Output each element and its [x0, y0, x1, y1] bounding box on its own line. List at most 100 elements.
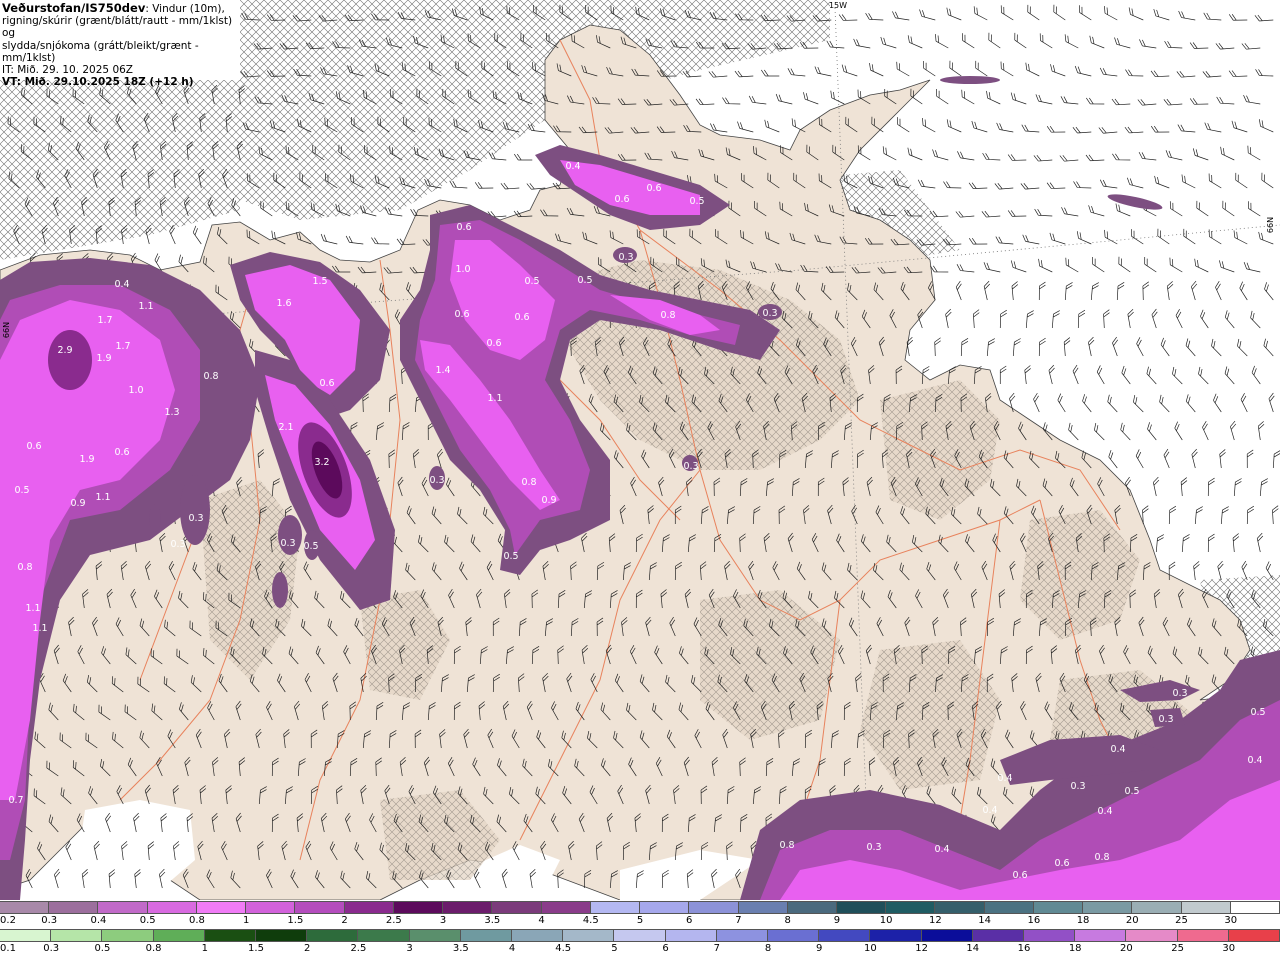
rain-scale-bar	[0, 929, 1280, 942]
scale-swatch	[246, 902, 296, 913]
scale-swatch	[1024, 930, 1076, 941]
scale-swatch	[787, 902, 837, 913]
precip-value-label: 1.1	[32, 623, 47, 634]
rain-colour-scale: 0.1 0.3 0.5 0.8 1 1.5 2 2.5 3 3.5 4 4.5 5 6 7 8 9 10 12 14 1…	[0, 929, 1280, 958]
precip-value-label: 0.4	[1097, 806, 1112, 817]
precip-value-label: 1.6	[276, 298, 291, 309]
scale-swatch	[460, 930, 513, 941]
scale-tick-label: 9	[833, 915, 841, 926]
scale-tick-label: 14	[966, 943, 980, 954]
precip-value-label: 1.0	[128, 385, 143, 396]
scale-swatch	[921, 930, 973, 941]
scale-tick-label: 3.5	[452, 943, 469, 954]
header-line-3: slydda/snjókoma (grátt/bleikt/grænt - mm…	[2, 39, 199, 64]
scale-swatch	[0, 902, 50, 913]
scale-tick-label: 30	[1224, 915, 1238, 926]
scale-tick-label: 12	[929, 915, 942, 926]
scale-swatch	[1132, 902, 1182, 913]
precip-value-label: 1.3	[164, 407, 179, 418]
precip-value-label: 0.5	[303, 541, 318, 552]
precip-value-label: 0.6	[486, 338, 501, 349]
scale-swatch	[640, 902, 690, 913]
precip-value-label: 0.4	[934, 844, 949, 855]
precip-value-label: 0.6	[1054, 858, 1069, 869]
precip-value-label: 0.9	[541, 495, 556, 506]
precip-value-label: 0.4	[565, 161, 580, 172]
precip-value-label: 1.9	[79, 454, 94, 465]
scale-swatch	[972, 930, 1025, 941]
precip-value-label: 0.6	[26, 441, 41, 452]
scale-tick-label: 1	[201, 943, 208, 954]
header-vt: VT: Mið. 29.10.2025 18Z (+12 h)	[2, 76, 194, 89]
scale-swatch	[204, 930, 257, 941]
scale-tick-label: 2.5	[350, 943, 367, 954]
scale-tick-label: 9	[816, 943, 823, 954]
scale-tick-label: 6	[686, 915, 693, 926]
precip-value-label: 1.4	[435, 365, 450, 376]
scale-tick-label: 0.8	[145, 943, 162, 954]
precip-value-label: 0.3	[683, 461, 698, 472]
scale-swatch	[1033, 902, 1084, 913]
scale-tick-label: 2	[304, 943, 311, 954]
precip-value-label: 0.7	[8, 795, 23, 806]
scale-swatch	[409, 930, 461, 941]
precip-value-label: 0.3	[280, 538, 295, 549]
scale-swatch	[886, 902, 936, 913]
snow-colour-scale: 0.2 0.3 0.4 0.5 0.8 1 1.5 2 2.5 3 3.5 4 4.5 5 6 7 8 9 10 12…	[0, 901, 1280, 930]
precip-value-label: 0.3	[429, 475, 444, 486]
scale-tick-label: 4	[538, 915, 545, 926]
scale-swatch	[1075, 930, 1127, 941]
scale-tick-label: 12	[915, 943, 928, 954]
precip-value-label: 0.5	[14, 485, 29, 496]
precip-value-label: 0.5	[577, 275, 592, 286]
precip-value-label: 0.5	[1124, 786, 1139, 797]
scale-tick-label: 16	[1017, 943, 1031, 954]
scale-tick-label: 18	[1068, 943, 1082, 954]
scale-tick-label: 16	[1027, 915, 1041, 926]
scale-swatch	[256, 930, 308, 941]
scale-swatch	[984, 902, 1034, 913]
scale-tick-label: 2.5	[385, 915, 402, 926]
scale-swatch	[344, 902, 394, 913]
precip-value-label: 0.8	[203, 371, 218, 382]
precip-value-label: 0.3	[618, 252, 633, 263]
lat-label-left: 66N	[2, 322, 11, 338]
scale-tick-label: 20	[1125, 915, 1139, 926]
scale-tick-label: 3.5	[484, 915, 501, 926]
precip-value-label: 0.6	[456, 222, 471, 233]
scale-tick-label: 30	[1222, 943, 1236, 954]
precip-value-label: 0.6	[319, 378, 334, 389]
header-line-2: rigning/skúrir (grænt/blátt/rautt - mm/1…	[2, 15, 233, 40]
scale-swatch	[590, 902, 641, 913]
scale-tick-label: 0.1	[0, 943, 16, 954]
scale-tick-label: 4	[508, 943, 516, 954]
scale-swatch	[563, 930, 615, 941]
scale-tick-label: 7	[735, 915, 742, 926]
scale-tick-label: 4.5	[582, 915, 599, 926]
scale-tick-label: 14	[978, 915, 991, 926]
precip-value-label: 1.9	[96, 353, 111, 364]
precip-value-label: 1.0	[455, 264, 470, 275]
precip-value-label: 0.3	[1158, 714, 1173, 725]
scale-tick-label: 0.8	[188, 915, 205, 926]
precip-value-label: 0.5	[1250, 707, 1265, 718]
scale-swatch	[716, 930, 769, 941]
scale-swatch	[147, 902, 197, 913]
scale-swatch	[196, 902, 247, 913]
precip-value-label: 0.6	[614, 194, 629, 205]
precip-value-label: 0.4	[982, 805, 997, 816]
scale-swatch	[1230, 902, 1280, 913]
scale-tick-label: 0.5	[94, 943, 111, 954]
scale-swatch	[738, 902, 788, 913]
lon-label-top: 15W	[829, 1, 847, 10]
precip-value-label: 1.5	[312, 276, 327, 287]
scale-swatch	[358, 930, 410, 941]
scale-swatch	[393, 902, 444, 913]
scale-swatch	[935, 902, 985, 913]
precip-value-label: 0.3	[1172, 688, 1187, 699]
precip-value-label: 1.7	[97, 315, 112, 326]
scale-tick-label: 3	[406, 943, 413, 954]
scale-tick-label: 18	[1076, 915, 1090, 926]
weather-map: 0.4 0.6 0.6 0.5 0.3 0.6 1.0 0.5 0.5 0.6 0.6 0.6 0.8 0…	[0, 0, 1280, 900]
precip-value-label: 0.4	[1110, 744, 1125, 755]
